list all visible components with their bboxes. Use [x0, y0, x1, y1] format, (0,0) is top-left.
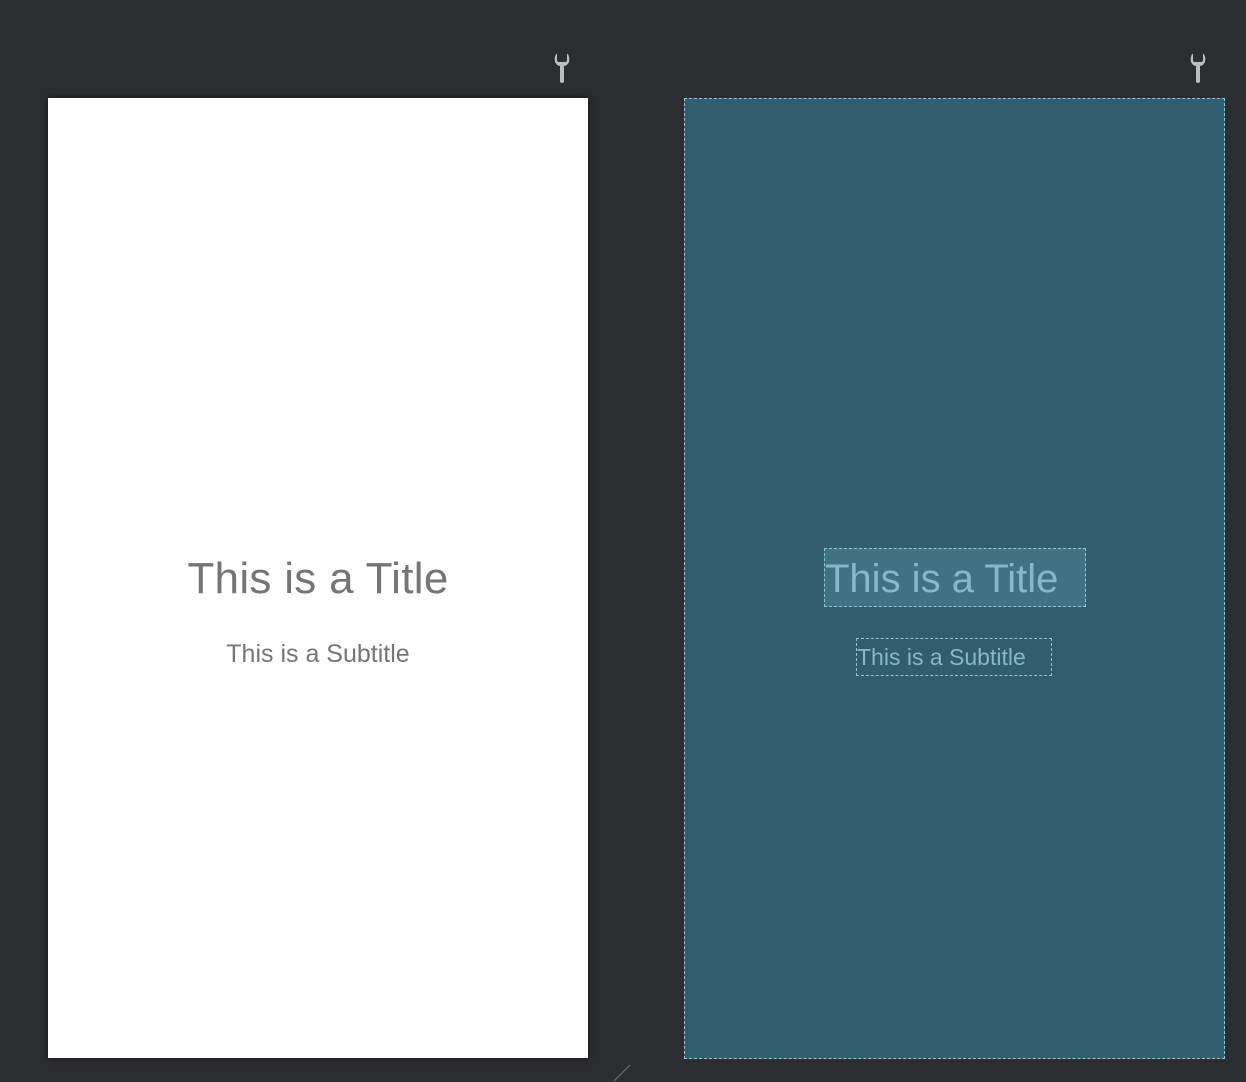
- resize-handle-icon[interactable]: [612, 1064, 632, 1082]
- wrench-icon[interactable]: [552, 52, 572, 84]
- blueprint-title-view[interactable]: This is a Title: [824, 548, 1086, 607]
- title-text[interactable]: This is a Title: [48, 554, 588, 604]
- blueprint-preview-screen[interactable]: This is a Title This is a Subtitle: [684, 98, 1225, 1059]
- wrench-icon[interactable]: [1188, 52, 1208, 84]
- blueprint-subtitle-text: This is a Subtitle: [857, 644, 1026, 670]
- layout-editor-canvas: This is a Title This is a Subtitle This …: [0, 0, 1246, 1082]
- design-preview-screen[interactable]: This is a Title This is a Subtitle: [48, 98, 588, 1058]
- blueprint-title-text: This is a Title: [825, 557, 1059, 601]
- subtitle-text[interactable]: This is a Subtitle: [48, 640, 588, 669]
- blueprint-subtitle-view[interactable]: This is a Subtitle: [856, 638, 1052, 676]
